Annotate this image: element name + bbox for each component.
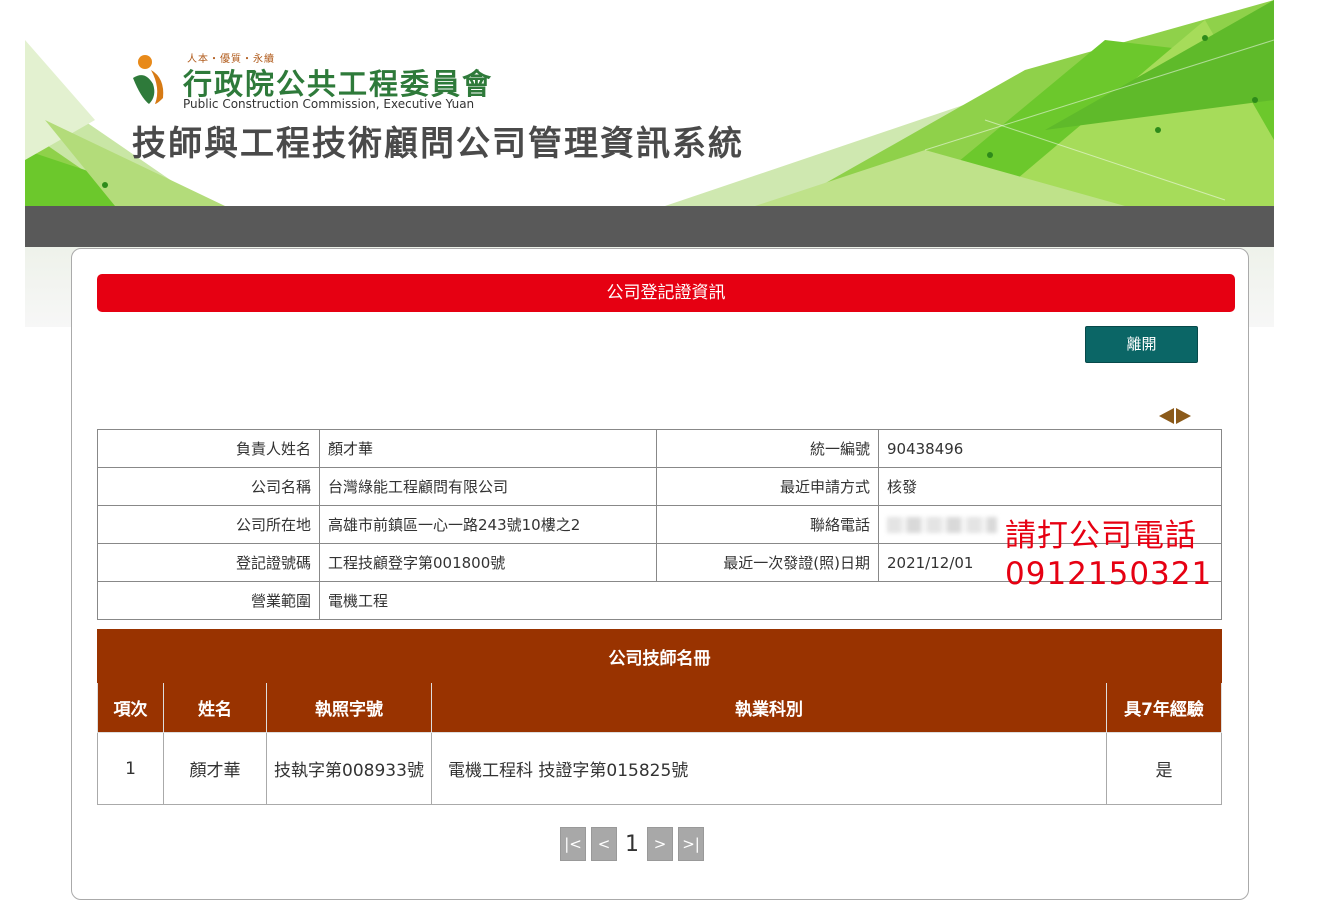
section-title: 公司登記證資訊: [97, 274, 1235, 312]
first-page-button[interactable]: |<: [560, 827, 586, 861]
header-banner: 人本・優質・永續 行政院公共工程委員會 Public Construction …: [25, 0, 1274, 206]
annotation-phone-number: 0912150321: [1005, 556, 1213, 592]
table-row: 公司名稱 台灣綠能工程顧問有限公司 最近申請方式 核發: [97, 467, 1222, 506]
redacted-phone: [887, 517, 997, 533]
agency-english-name: Public Construction Commission, Executiv…: [183, 97, 475, 111]
cell-license: 技執字第008933號: [266, 732, 432, 805]
next-record-icon[interactable]: [1176, 408, 1191, 424]
tax-id-value: 90438496: [878, 429, 1222, 468]
system-title: 技師與工程技術顧問公司管理資訊系統: [132, 124, 744, 164]
engineer-roster-table: 公司技師名冊 項次 姓名 執照字號 執業科別 具7年經驗 1 顏才華 技執字第0…: [97, 629, 1222, 805]
agency-logo-icon: [133, 55, 164, 104]
cell-field: 電機工程科 技證字第015825號: [431, 732, 1107, 805]
phone-label: 聯絡電話: [656, 505, 879, 544]
registration-number-label: 登記證號碼: [97, 543, 320, 582]
company-address-value: 高雄市前鎮區一心一路243號10樓之2: [319, 505, 657, 544]
application-method-value: 核發: [878, 467, 1222, 506]
owner-name-value: 顏才華: [319, 429, 657, 468]
cell-name: 顏才華: [163, 732, 267, 805]
table-row: 1 顏才華 技執字第008933號 電機工程科 技證字第015825號 是: [97, 732, 1222, 805]
pagination: |< <1 > >|: [560, 827, 709, 861]
company-name-value: 台灣綠能工程顧問有限公司: [319, 467, 657, 506]
leave-button[interactable]: 離開: [1085, 326, 1198, 363]
cell-index: 1: [97, 732, 164, 805]
prev-record-icon[interactable]: [1159, 408, 1174, 424]
application-method-label: 最近申請方式: [656, 467, 879, 506]
issue-date-label: 最近一次發證(照)日期: [656, 543, 879, 582]
table-row: 負責人姓名 顏才華 統一編號 90438496: [97, 429, 1222, 468]
roster-title: 公司技師名冊: [97, 629, 1222, 683]
cell-experience: 是: [1106, 732, 1222, 805]
col-header-license: 執照字號: [266, 682, 432, 733]
prev-page-button[interactable]: <: [591, 827, 617, 861]
col-header-name: 姓名: [163, 682, 267, 733]
nav-bar: [25, 206, 1274, 247]
next-page-button[interactable]: >: [647, 827, 673, 861]
company-address-label: 公司所在地: [97, 505, 320, 544]
company-name-label: 公司名稱: [97, 467, 320, 506]
col-header-experience: 具7年經驗: [1106, 682, 1222, 733]
business-scope-label: 營業範圍: [97, 581, 320, 620]
owner-name-label: 負責人姓名: [97, 429, 320, 468]
registration-number-value: 工程技顧登字第001800號: [319, 543, 657, 582]
col-header-index: 項次: [97, 682, 164, 733]
last-page-button[interactable]: >|: [678, 827, 704, 861]
col-header-field: 執業科別: [431, 682, 1107, 733]
tax-id-label: 統一編號: [656, 429, 879, 468]
record-navigation: [1159, 408, 1193, 424]
annotation-call-company: 請打公司電話: [1005, 518, 1197, 554]
current-page: 1: [625, 831, 639, 857]
